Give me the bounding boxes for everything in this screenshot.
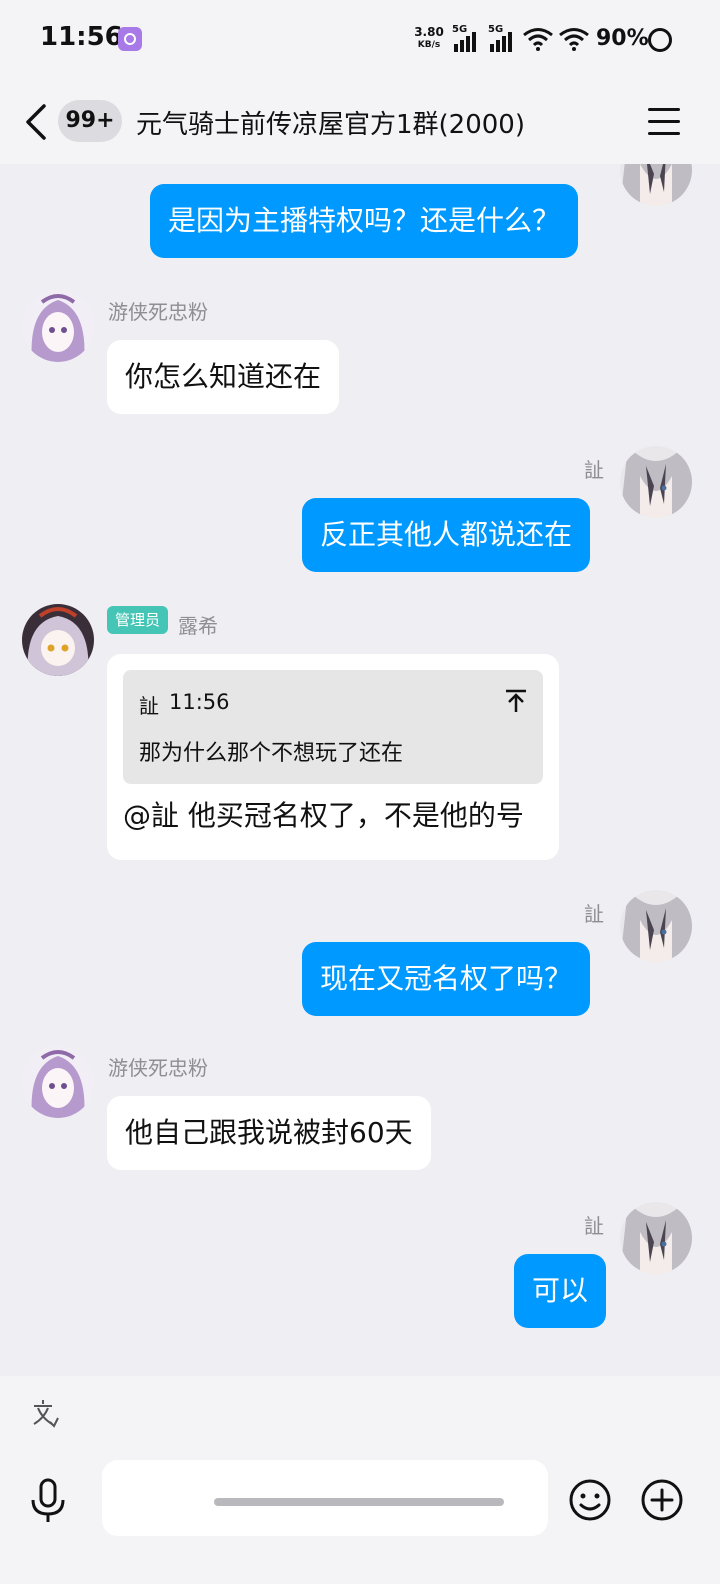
net-speed: 3.80 [414,25,444,39]
avatar[interactable] [620,1202,692,1274]
message-bubble[interactable]: 可以 [514,1254,607,1328]
net-speed-unit: KB/s [417,40,441,50]
emoji-icon[interactable] [568,1478,612,1522]
battery-level: 90% [596,26,649,51]
status-bar: 11:56 3.80 KB/s 5G 5G 90% [0,0,720,80]
sender-name[interactable]: 訨 [584,454,604,483]
jump-to-quote-icon[interactable] [503,688,529,714]
mic-icon[interactable] [28,1478,68,1524]
quote-author: 訨 [139,694,159,718]
message-text: @訨 他买冠名权了，不是他的号 [123,799,524,832]
avatar[interactable] [620,164,692,206]
avatar[interactable] [22,290,94,362]
signal-icon: 5G [488,24,520,52]
translate-icon[interactable] [30,1398,60,1428]
wifi-icon [559,28,589,51]
sender-name[interactable]: 游侠死忠粉 [108,296,208,325]
sim1-label: 5G [452,24,468,35]
app-notification-icon [118,27,142,51]
avatar[interactable] [620,446,692,518]
plus-icon[interactable] [640,1478,684,1522]
back-icon[interactable] [22,102,52,142]
status-time: 11:56 [40,22,123,52]
sender-name[interactable]: 訨 [584,1210,604,1239]
sim2-label: 5G [488,24,504,35]
message-bubble[interactable]: 现在又冠名权了吗？ [302,942,591,1016]
avatar[interactable] [22,1046,94,1118]
message-bubble[interactable]: 你怎么知道还在 [107,340,340,414]
input-bar [0,1376,720,1584]
quoted-message[interactable]: 訨 11:56 那为什么那个不想玩了还在 [123,670,543,784]
signal-icon: 5G [452,24,484,52]
message-list[interactable]: 是因为主播特权吗？还是什么？ 游侠死忠粉 你怎么知道还在 訨 反正其他人都说还在… [0,164,720,1376]
admin-tag: 管理员 [107,606,169,634]
unread-badge[interactable]: 99+ [58,100,122,142]
avatar[interactable] [22,604,94,676]
home-indicator[interactable] [214,1498,504,1506]
message-bubble[interactable]: 他自己跟我说被封60天 [107,1096,431,1170]
chat-title[interactable]: 元气骑士前传凉屋官方1群(2000) [136,104,525,141]
quote-time: 11:56 [169,690,230,714]
message-bubble[interactable]: 反正其他人都说还在 [302,498,591,572]
menu-icon[interactable] [648,106,684,136]
message-bubble[interactable]: 是因为主播特权吗？还是什么？ [150,184,579,258]
sender-name[interactable]: 訨 [584,898,604,927]
chat-header: 99+ 元气骑士前传凉屋官方1群(2000) [0,80,720,164]
quote-text: 那为什么那个不想玩了还在 [139,741,404,766]
battery-icon [648,28,672,52]
wifi-icon [523,28,553,51]
sender-name[interactable]: 露希 [178,610,218,639]
sender-name[interactable]: 游侠死忠粉 [108,1052,208,1081]
message-bubble[interactable]: 訨 11:56 那为什么那个不想玩了还在 @訨 他买冠名权了，不是他的号 [107,654,559,860]
avatar[interactable] [620,890,692,962]
